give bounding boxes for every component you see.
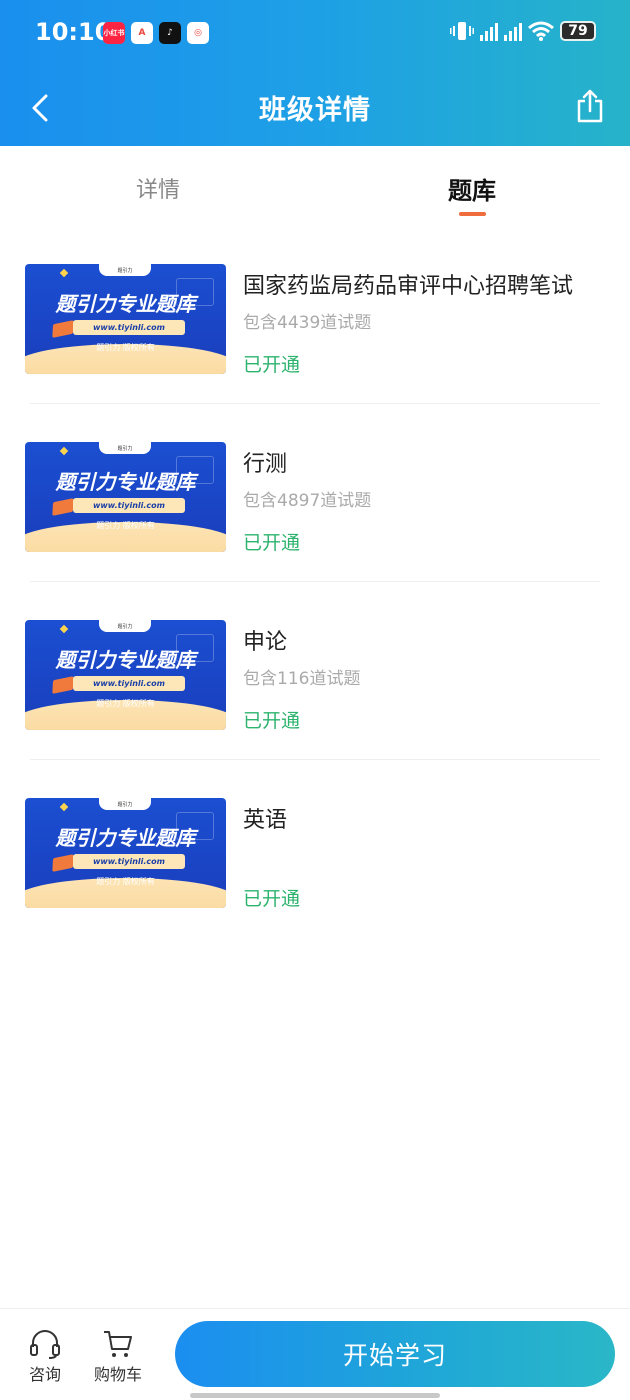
thumbnail-copyright: 题引力 版权所有 bbox=[96, 699, 155, 708]
consult-button[interactable]: 咨询 bbox=[15, 1329, 75, 1385]
list-item[interactable]: 题引力 题引力专业题库 www.tiyinli.com 题引力 版权所有 国家药… bbox=[0, 226, 630, 404]
cart-button[interactable]: 购物车 bbox=[88, 1329, 148, 1385]
star-icon bbox=[59, 624, 69, 634]
cart-label: 购物车 bbox=[93, 1365, 142, 1384]
thumbnail-url: www.tiyinli.com bbox=[73, 676, 185, 691]
item-question-count: 包含4897道试题 bbox=[243, 491, 372, 511]
star-icon bbox=[59, 802, 69, 812]
brand-logo: 题引力 bbox=[99, 442, 151, 454]
status-time: 10:10 bbox=[35, 18, 112, 46]
share-button[interactable] bbox=[572, 86, 608, 126]
header: 10:10 小红书 A ♪ ◎ 79 班级详情 bbox=[0, 0, 630, 146]
thumbnail-url: www.tiyinli.com bbox=[73, 854, 185, 869]
list-item[interactable]: 题引力 题引力专业题库 www.tiyinli.com 题引力 版权所有 英语 … bbox=[0, 760, 630, 938]
thumbnail-banner: 题引力专业题库 bbox=[55, 470, 196, 494]
brand-logo: 题引力 bbox=[99, 264, 151, 276]
brand-logo: 题引力 bbox=[99, 620, 151, 632]
thumbnail-copyright: 题引力 版权所有 bbox=[96, 343, 155, 352]
item-title: 申论 bbox=[243, 630, 288, 655]
tab-question-bank[interactable]: 题库 bbox=[372, 171, 572, 206]
star-icon bbox=[59, 268, 69, 278]
book-icon bbox=[52, 676, 74, 694]
item-question-count: 包含4439道试题 bbox=[243, 313, 372, 333]
consult-label: 咨询 bbox=[28, 1365, 61, 1384]
thumbnail-banner: 题引力专业题库 bbox=[55, 292, 196, 316]
tiktok-app-icon: ♪ bbox=[159, 22, 181, 44]
xiaohongshu-app-icon: 小红书 bbox=[103, 22, 125, 44]
book-icon bbox=[52, 498, 74, 516]
active-tab-indicator bbox=[459, 212, 486, 216]
status-indicators: 79 bbox=[450, 20, 596, 42]
brand-logo: 题引力 bbox=[99, 798, 151, 810]
vibrate-icon bbox=[450, 22, 474, 40]
thumbnail-copyright: 题引力 版权所有 bbox=[96, 521, 155, 530]
item-question-count: 包含116道试题 bbox=[243, 669, 361, 689]
bottom-action-bar: 咨询 购物车 开始学习 bbox=[0, 1308, 630, 1400]
item-status: 已开通 bbox=[243, 710, 301, 732]
book-icon bbox=[52, 854, 74, 872]
app-a-icon: A bbox=[131, 22, 153, 44]
course-thumbnail: 题引力 题引力专业题库 www.tiyinli.com 题引力 版权所有 bbox=[25, 798, 226, 908]
app-red-icon: ◎ bbox=[187, 22, 209, 44]
headset-icon bbox=[30, 1330, 60, 1359]
thumbnail-banner: 题引力专业题库 bbox=[55, 648, 196, 672]
tab-bar: 详情 题库 bbox=[0, 146, 630, 226]
list-item[interactable]: 题引力 题引力专业题库 www.tiyinli.com 题引力 版权所有 申论 … bbox=[0, 582, 630, 760]
home-indicator bbox=[190, 1393, 440, 1398]
item-title: 国家药监局药品审评中心招聘笔试 bbox=[243, 274, 574, 299]
thumbnail-url: www.tiyinli.com bbox=[73, 498, 185, 513]
course-thumbnail: 题引力 题引力专业题库 www.tiyinli.com 题引力 版权所有 bbox=[25, 442, 226, 552]
book-icon bbox=[52, 320, 74, 338]
wifi-icon bbox=[528, 21, 554, 41]
signal-5g-2-icon bbox=[504, 21, 522, 41]
page-title: 班级详情 bbox=[259, 95, 371, 126]
list-item[interactable]: 题引力 题引力专业题库 www.tiyinli.com 题引力 版权所有 行测 … bbox=[0, 404, 630, 582]
item-status: 已开通 bbox=[243, 354, 301, 376]
thumbnail-url: www.tiyinli.com bbox=[73, 320, 185, 335]
status-app-icons: 小红书 A ♪ ◎ bbox=[103, 22, 209, 44]
star-icon bbox=[59, 446, 69, 456]
tab-details[interactable]: 详情 bbox=[58, 172, 258, 204]
thumbnail-copyright: 题引力 版权所有 bbox=[96, 877, 155, 886]
course-thumbnail: 题引力 题引力专业题库 www.tiyinli.com 题引力 版权所有 bbox=[25, 620, 226, 730]
item-title: 英语 bbox=[243, 808, 288, 833]
thumbnail-banner: 题引力专业题库 bbox=[55, 826, 196, 850]
battery-indicator: 79 bbox=[560, 21, 596, 41]
item-status: 已开通 bbox=[243, 888, 301, 910]
signal-5g-1-icon bbox=[480, 21, 498, 41]
item-title: 行测 bbox=[243, 452, 288, 477]
shopping-cart-icon bbox=[104, 1331, 132, 1357]
start-learning-button[interactable]: 开始学习 bbox=[175, 1321, 615, 1387]
share-icon bbox=[577, 89, 603, 123]
item-status: 已开通 bbox=[243, 532, 301, 554]
course-thumbnail: 题引力 题引力专业题库 www.tiyinli.com 题引力 版权所有 bbox=[25, 264, 226, 374]
